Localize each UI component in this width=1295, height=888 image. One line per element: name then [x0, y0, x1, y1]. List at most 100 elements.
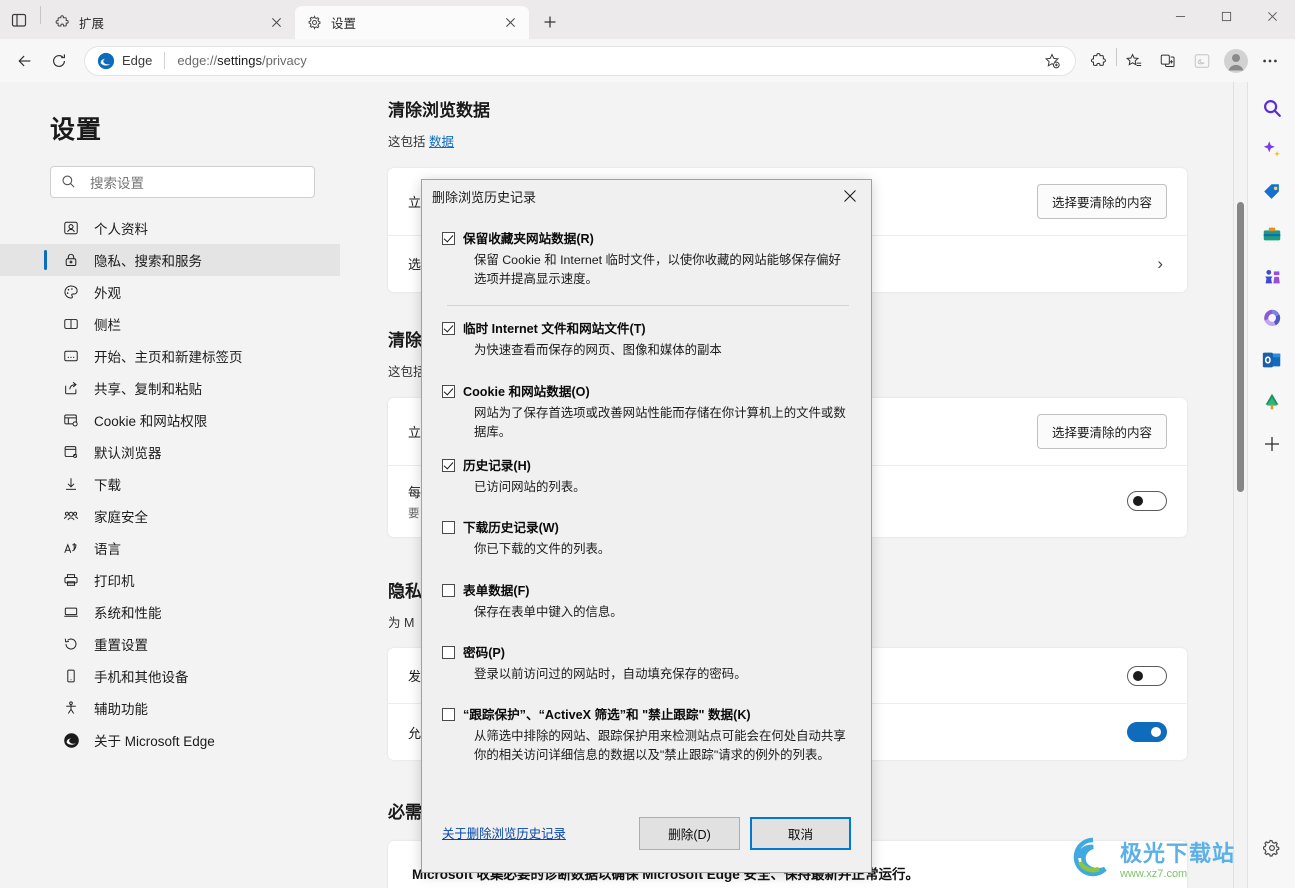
checkbox-description: 保留 Cookie 和 Internet 临时文件，以使你收藏的网站能够保存偏好…: [474, 253, 841, 287]
new-tab-button[interactable]: [535, 7, 565, 37]
sidebar-item-default-browser[interactable]: 默认浏览器: [0, 436, 340, 468]
checkbox-tracking-protection[interactable]: [442, 707, 455, 721]
close-icon[interactable]: [499, 12, 521, 34]
sidebar-item-phone[interactable]: 手机和其他设备: [0, 660, 340, 692]
sidebar-item-label: 默认浏览器: [94, 446, 162, 461]
checkbox-row-tracking-protection[interactable]: “跟踪保护”、“ActiveX 筛选”和 "禁止跟踪" 数据(K) 从筛选中排除…: [442, 706, 851, 765]
edge-logo-icon: [97, 52, 115, 70]
sidebar-item-languages[interactable]: 语言: [0, 532, 340, 564]
checkbox-label: 历史记录(H): [463, 459, 531, 474]
choose-what-to-clear-button[interactable]: 选择要清除的内容: [1036, 413, 1167, 449]
more-options-icon[interactable]: [1253, 44, 1287, 78]
add-sidebar-app-icon[interactable]: [1256, 428, 1288, 460]
checkbox-temporary-internet-files[interactable]: [442, 322, 455, 336]
checkbox-description: 已访问网站的列表。: [474, 480, 586, 495]
sidebar-item-appearance[interactable]: 外观: [0, 276, 340, 308]
window-controls: [1157, 0, 1295, 39]
choose-what-to-clear-button[interactable]: 选择要清除的内容: [1036, 183, 1167, 219]
sidebar-item-profile[interactable]: 个人资料: [0, 212, 340, 244]
checkbox-row-form-data[interactable]: 表单数据(F) 保存在表单中键入的信息。: [442, 582, 851, 622]
sidebar-item-downloads[interactable]: 下载: [0, 468, 340, 500]
checkbox-preserve-favorites[interactable]: [442, 232, 455, 245]
sidebar-item-about[interactable]: 关于 Microsoft Edge: [0, 724, 340, 756]
close-button[interactable]: [1249, 0, 1295, 32]
sidebar-item-label: 外观: [94, 286, 121, 301]
toggle-switch[interactable]: [1127, 491, 1167, 511]
sidebar-item-cookies[interactable]: Cookie 和网站权限: [0, 404, 340, 436]
sidebar-item-accessibility[interactable]: 辅助功能: [0, 692, 340, 724]
add-favorite-icon[interactable]: [1035, 44, 1069, 78]
games-chess-icon[interactable]: [1256, 260, 1288, 292]
maximize-button[interactable]: [1203, 0, 1249, 32]
checkbox-row-temporary-internet-files[interactable]: 临时 Internet 文件和网站文件(T) 为快速查看而保存的网页、图像和媒体…: [442, 320, 851, 360]
sidebar-item-system[interactable]: 系统和性能: [0, 596, 340, 628]
sidebar-item-sidebar[interactable]: 侧栏: [0, 308, 340, 340]
extensions-puzzle-icon[interactable]: [1082, 44, 1116, 78]
sidebar-item-startpage[interactable]: 开始、主页和新建标签页: [0, 340, 340, 372]
search-icon[interactable]: [1256, 92, 1288, 124]
palette-icon: [62, 283, 80, 301]
sidebar-item-family[interactable]: 家庭安全: [0, 500, 340, 532]
desc-link[interactable]: 数据: [429, 135, 454, 149]
tab-search-icon[interactable]: [0, 0, 38, 39]
checkbox-row-cookies-website-data[interactable]: Cookie 和网站数据(O) 网站为了保存首选项或改善网站性能而存储在你计算机…: [442, 383, 851, 442]
checkbox-download-history[interactable]: [442, 521, 455, 535]
edge-brand-label: Edge: [122, 53, 153, 68]
close-icon[interactable]: [829, 181, 871, 212]
split-screen-icon[interactable]: [1151, 44, 1185, 78]
sidebar-item-privacy[interactable]: 隐私、搜索和服务: [0, 244, 340, 276]
checkbox-description: 你已下载的文件的列表。: [474, 542, 611, 557]
toggle-switch[interactable]: [1127, 722, 1167, 743]
checkbox-row-history[interactable]: 历史记录(H) 已访问网站的列表。: [442, 457, 851, 497]
internet-explorer-icon[interactable]: [1185, 44, 1219, 78]
system-performance-icon: [62, 603, 80, 621]
checkbox-row-download-history[interactable]: 下载历史记录(W) 你已下载的文件的列表。: [442, 519, 851, 559]
sidebar-item-label: 辅助功能: [94, 702, 148, 717]
toggle-switch[interactable]: [1127, 665, 1167, 686]
search-placeholder: 搜索设置: [90, 176, 144, 191]
checkbox-cookies-website-data[interactable]: [442, 384, 455, 398]
refresh-icon[interactable]: [42, 44, 76, 78]
copilot-sparkle-icon[interactable]: [1256, 134, 1288, 166]
checkbox-row-preserve-favorites[interactable]: 保留收藏夹网站数据(R) 保留 Cookie 和 Internet 临时文件，以…: [442, 230, 851, 289]
checkbox-label: 表单数据(F): [463, 583, 530, 598]
title-bar: 扩展 设置: [0, 0, 1295, 39]
sidebar-settings-gear-icon[interactable]: [1256, 832, 1288, 864]
delete-button[interactable]: 删除(D): [639, 816, 740, 850]
checkbox-label: “跟踪保护”、“ActiveX 筛选”和 "禁止跟踪" 数据(K): [463, 707, 751, 722]
tools-briefcase-icon[interactable]: [1256, 218, 1288, 250]
about-deleting-history-link[interactable]: 关于删除浏览历史记录: [442, 824, 566, 842]
settings-nav-list: 个人资料 隐私、搜索和服务 外观 侧栏 开始、主页和新建标签页 共享、复制和粘贴…: [0, 212, 340, 756]
shopping-tag-icon[interactable]: [1256, 176, 1288, 208]
sidebar-item-label: 开始、主页和新建标签页: [94, 350, 243, 365]
watermark-text: 极光下载站: [1119, 841, 1235, 866]
sidebar-item-printers[interactable]: 打印机: [0, 564, 340, 596]
microsoft-365-icon[interactable]: [1256, 302, 1288, 334]
sidebar-item-reset[interactable]: 重置设置: [0, 628, 340, 660]
outlook-icon[interactable]: [1256, 344, 1288, 376]
sidebar-item-share[interactable]: 共享、复制和粘贴: [0, 372, 340, 404]
back-arrow-icon[interactable]: [8, 44, 42, 78]
cancel-button[interactable]: 取消: [750, 816, 851, 850]
checkbox-row-passwords[interactable]: 密码(P) 登录以前访问过的网站时，自动填充保存的密码。: [442, 644, 851, 684]
chevron-right-icon[interactable]: ›: [1157, 254, 1167, 274]
checkbox-passwords[interactable]: [442, 645, 455, 659]
search-input[interactable]: 搜索设置: [50, 166, 315, 198]
checkbox-description: 登录以前访问过的网站时，自动填充保存的密码。: [474, 666, 747, 681]
address-bar[interactable]: Edge edge://settings/privacy: [84, 44, 1076, 78]
checkbox-form-data[interactable]: [442, 583, 455, 597]
minimize-button[interactable]: [1157, 0, 1203, 32]
profile-avatar-icon[interactable]: [1219, 44, 1253, 78]
favorites-list-icon[interactable]: [1117, 44, 1151, 78]
scrollbar-track[interactable]: [1233, 82, 1247, 888]
tab-extensions[interactable]: 扩展: [43, 6, 295, 39]
scrollbar-thumb[interactable]: [1237, 202, 1244, 492]
checkbox-history[interactable]: [442, 459, 455, 473]
sidebar-item-label: 家庭安全: [94, 510, 148, 525]
tree-drop-icon[interactable]: [1256, 386, 1288, 418]
family-safety-icon: [62, 507, 80, 525]
omnibox-divider: [164, 52, 166, 69]
tab-settings[interactable]: 设置: [295, 6, 529, 39]
printer-icon: [62, 571, 80, 589]
close-icon[interactable]: [265, 12, 287, 34]
